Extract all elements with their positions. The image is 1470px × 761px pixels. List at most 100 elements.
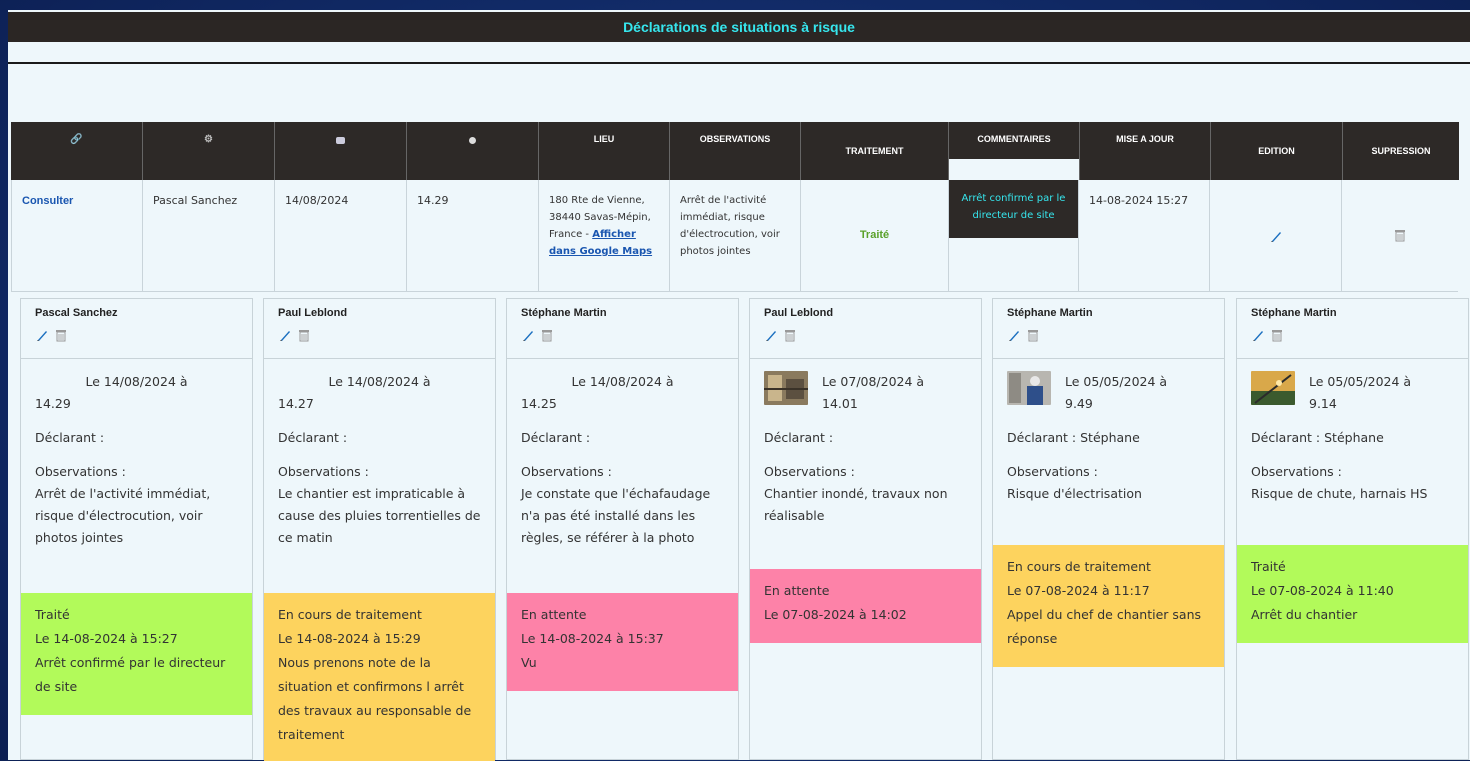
declarant-cell: Pascal Sanchez: [143, 180, 275, 292]
card-declarant: Déclarant :: [35, 430, 105, 445]
card-time: 14.29: [35, 396, 71, 411]
pencil-icon[interactable]: [521, 328, 535, 342]
card-name: Paul Leblond: [764, 307, 834, 319]
trash-icon[interactable]: [298, 329, 310, 342]
card-status: En attente Le 07-08-2024 à 14:02: [750, 569, 981, 643]
header-commentaires: COMMENTAIRES: [949, 122, 1079, 160]
status-date: Le 14-08-2024 à 15:29: [278, 631, 421, 646]
card-status: Traité Le 07-08-2024 à 11:40 Arrêt du ch…: [1237, 545, 1468, 643]
status-comment: Arrêt du chantier: [1251, 607, 1358, 622]
card-name: Stéphane Martin: [1007, 307, 1093, 319]
consulter-link[interactable]: Consulter: [22, 195, 73, 207]
card-date-block: Le 05/05/2024 à 9.14: [1309, 371, 1411, 415]
trash-icon[interactable]: [55, 329, 67, 342]
pencil-icon[interactable]: [1251, 328, 1265, 342]
status-label: En cours de traitement: [1007, 559, 1151, 574]
status-label: En cours de traitement: [278, 607, 422, 622]
card-status: En cours de traitement Le 07-08-2024 à 1…: [993, 545, 1224, 667]
header-traitement: TRAITEMENT: [801, 122, 949, 180]
pencil-icon[interactable]: [278, 328, 292, 342]
header-date: [275, 122, 407, 180]
trash-icon[interactable]: [784, 329, 796, 342]
status-label: En attente: [521, 607, 587, 622]
card-observations: Chantier inondé, travaux non réalisable: [764, 486, 948, 523]
card-time: 9.14: [1309, 396, 1337, 411]
card-date-block: Le 07/08/2024 à 14.01: [822, 371, 924, 415]
trash-icon[interactable]: [541, 329, 553, 342]
header-lieu: LIEU: [539, 122, 670, 180]
status-label: En attente: [764, 583, 830, 598]
pencil-icon[interactable]: [1007, 328, 1021, 342]
trash-icon[interactable]: [1271, 329, 1283, 342]
trash-icon[interactable]: [1027, 329, 1039, 342]
card-date: Le 14/08/2024 à: [328, 374, 431, 389]
declaration-card: Pascal Sanchez Le 14/08/2024 à 14.29 Déc…: [20, 298, 253, 760]
page-title: Déclarations de situations à risque: [8, 12, 1470, 42]
lieu-cell: 180 Rte de Vienne, 38440 Savas-Mépin, Fr…: [539, 180, 670, 292]
traitement-status: Traité: [859, 229, 890, 241]
card-status: En cours de traitement Le 14-08-2024 à 1…: [264, 593, 495, 761]
header-link: 🔗: [11, 122, 143, 180]
header-commentaires-cell: COMMENTAIRES: [949, 122, 1080, 180]
card-observations: Risque d'électrisation: [1007, 486, 1142, 501]
date-cell: 14/08/2024: [275, 180, 407, 292]
status-date: Le 14-08-2024 à 15:37: [521, 631, 664, 646]
status-comment: Vu: [521, 655, 537, 670]
card-status: En attente Le 14-08-2024 à 15:37 Vu: [507, 593, 738, 691]
pencil-icon[interactable]: [1269, 229, 1283, 243]
header-mise-a-jour: MISE A JOUR: [1080, 122, 1211, 180]
card-date: Le 05/05/2024 à: [1309, 374, 1412, 389]
card-observations: Risque de chute, harnais HS: [1251, 486, 1428, 501]
card-declarant: Déclarant : Stéphane: [1007, 430, 1140, 445]
status-label: Traité: [35, 607, 70, 622]
card-obs-label: Observations :: [35, 464, 126, 479]
status-date: Le 07-08-2024 à 11:17: [1007, 583, 1150, 598]
site-photo-thumbnail[interactable]: [1007, 371, 1051, 405]
traitement-cell: Traité: [801, 180, 949, 292]
declaration-card: Stéphane Martin Le 14/08/2024 à 14.25 Dé…: [506, 298, 739, 760]
status-comment: Nous prenons note de la situation et con…: [278, 655, 472, 742]
card-observations: Je constate que l'échafaudage n'a pas ét…: [521, 486, 711, 545]
status-comment: Appel du chef de chantier sans réponse: [1007, 607, 1202, 646]
status-date: Le 14-08-2024 à 15:27: [35, 631, 178, 646]
page: Déclarations de situations à risque 🔗 ⚙ …: [8, 10, 1470, 761]
card-time: 14.01: [822, 396, 858, 411]
clock-icon: [469, 137, 476, 144]
site-photo-thumbnail[interactable]: [1251, 371, 1295, 405]
card-date: Le 14/08/2024 à: [85, 374, 188, 389]
card-date: Le 05/05/2024 à: [1065, 374, 1168, 389]
header-user: ⚙: [143, 122, 275, 180]
card-obs-label: Observations :: [521, 464, 612, 479]
time-cell: 14.29: [407, 180, 539, 292]
edition-cell: [1210, 180, 1342, 292]
declarations-table: 🔗 ⚙ LIEU OBSERVATIONS TRAITEMENT COMMENT…: [11, 122, 1470, 292]
declaration-card: Paul Leblond Le 07/08/2024 à 14.01 Déclar…: [749, 298, 982, 760]
table-header-row: 🔗 ⚙ LIEU OBSERVATIONS TRAITEMENT COMMENT…: [11, 122, 1470, 180]
card-obs-label: Observations :: [1007, 464, 1098, 479]
pencil-icon[interactable]: [35, 328, 49, 342]
trash-icon[interactable]: [1394, 229, 1406, 242]
observations-cell: Arrêt de l'activité immédiat, risque d'é…: [670, 180, 801, 292]
pencil-icon[interactable]: [764, 328, 778, 342]
declaration-card: Stéphane Martin Le 05/05/2024 à 9.49 Décl…: [992, 298, 1225, 760]
card-observations: Le chantier est impraticable à cause des…: [278, 486, 481, 545]
header-time: [407, 122, 539, 180]
card-declarant: Déclarant :: [764, 430, 834, 445]
card-observations: Arrêt de l'activité immédiat, risque d'é…: [35, 486, 211, 545]
card-declarant: Déclarant :: [278, 430, 348, 445]
mise-a-jour-cell: 14-08-2024 15:27: [1079, 180, 1210, 292]
site-photo-thumbnail[interactable]: [764, 371, 808, 405]
status-label: Traité: [1251, 559, 1286, 574]
link-icon: 🔗: [70, 134, 83, 145]
divider: [8, 62, 1470, 64]
card-time: 14.25: [521, 396, 557, 411]
header-observations: OBSERVATIONS: [670, 122, 801, 180]
calendar-icon: [336, 137, 345, 144]
card-date-block: Le 05/05/2024 à 9.49: [1065, 371, 1167, 415]
declaration-card: Stéphane Martin Le 05/05/2024 à 9.14 Décl…: [1236, 298, 1469, 760]
card-declarant: Déclarant : Stéphane: [1251, 430, 1384, 445]
card-name: Stéphane Martin: [521, 307, 607, 319]
card-obs-label: Observations :: [278, 464, 369, 479]
card-time: 9.49: [1065, 396, 1093, 411]
commentaire-text: Arrêt confirmé par le directeur de site: [949, 180, 1078, 238]
